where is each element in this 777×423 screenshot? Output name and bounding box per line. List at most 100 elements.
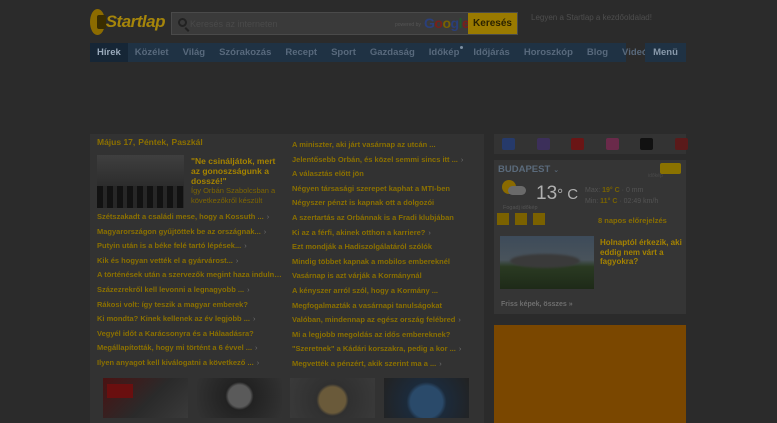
news-headline[interactable]: Vasárnap is azt várják a Kormánynál	[292, 271, 476, 280]
chevron-right-icon: ›	[458, 344, 462, 354]
weather-news-image[interactable]	[500, 236, 594, 289]
menu-button[interactable]: Menü	[645, 43, 686, 62]
nav-item-hírek[interactable]: Hírek	[90, 43, 128, 62]
nav-item-label: Közélet	[134, 47, 169, 58]
news-thumbnail[interactable]	[197, 378, 282, 418]
featured-subtitle[interactable]: Így Orbán Szabolcsban a következőkről ké…	[191, 186, 285, 206]
news-headline[interactable]: Ki mondta? Kinek kellenek az év legjobb …	[97, 314, 283, 323]
nav-item-label: Hírek	[97, 47, 121, 58]
weather-more-link[interactable]: Friss képek, összes »	[501, 301, 573, 308]
news-headline[interactable]: Putyin után is a béke felé tartó lépések…	[97, 241, 283, 250]
news-headline[interactable]: Mindig többet kapnak a mobilos emberekné…	[292, 257, 476, 266]
instagram-alt-icon[interactable]	[605, 138, 619, 150]
chevron-down-icon: ⌄	[551, 167, 560, 174]
nav-item-label: Horoszkóp	[523, 47, 573, 58]
temp-unit: ° C	[557, 186, 579, 203]
weather-day-button[interactable]	[515, 213, 527, 225]
news-headline-text: Ilyen anyagot kell kiválogatni a követke…	[97, 358, 254, 367]
news-headline[interactable]: Rákosi volt: így teszik a magyar emberek…	[97, 300, 283, 309]
powered-by-label: powered by	[395, 22, 421, 28]
city-label: BUDAPEST	[498, 164, 551, 175]
news-headline[interactable]: Valóban, mindennap az egész ország feléb…	[292, 315, 476, 324]
news-headline[interactable]: Megvették a pénzért, akik szerint ma a .…	[292, 359, 476, 368]
news-headline[interactable]: Megállapították, hogy mi történt a 6 évv…	[97, 343, 283, 352]
news-headline[interactable]: A miniszter, aki járt vasárnap az utcán …	[292, 140, 476, 149]
weather-max: Max: 19° C · 0 mm	[585, 187, 644, 194]
featured-title[interactable]: "Ne csináljátok, mert az gonoszságunk a …	[191, 156, 281, 186]
search-icon	[178, 18, 187, 27]
nav-item-recept[interactable]: Recept	[278, 43, 324, 62]
chevron-right-icon: ›	[266, 212, 270, 221]
date-bar-item: Péntek,	[138, 137, 169, 147]
news-headline[interactable]: Mi a legjobb megoldás az idős embereknek…	[292, 330, 476, 339]
nav-item-horoszkóp[interactable]: Horoszkóp	[517, 43, 580, 62]
nav-item-label: Világ	[182, 47, 206, 58]
news-headline-text: A miniszter, aki járt vasárnap az utcán …	[292, 140, 436, 149]
nav-item-gazdaság[interactable]: Gazdaság	[363, 43, 422, 62]
facebook-icon[interactable]	[502, 138, 515, 150]
news-headline[interactable]: Ki az a férfi, akinek otthon a karriere?…	[292, 228, 476, 237]
news-headline-text: Vasárnap is azt várják a Kormánynál	[292, 271, 422, 281]
news-thumbnail[interactable]	[384, 378, 469, 418]
news-headline[interactable]: Kik és hogyan vették el a gyárvárost... ›	[97, 256, 283, 265]
nav-item-időkép[interactable]: Időkép	[422, 43, 467, 62]
news-headline-text: Ki mondta? Kinek kellenek az év legjobb …	[97, 314, 250, 324]
chevron-right-icon: ›	[244, 241, 247, 251]
startlap-logo[interactable]: Startlap	[90, 6, 166, 38]
tiktok-icon[interactable]	[640, 138, 653, 150]
news-thumbnail[interactable]	[290, 378, 375, 418]
nav-item-sport[interactable]: Sport	[324, 43, 363, 62]
news-headline[interactable]: Ilyen anyagot kell kiválogatni a követke…	[97, 358, 283, 367]
news-headline[interactable]: Megfogalmazták a vasárnapi tanulságokat	[292, 301, 476, 310]
news-headline-text: A kényszer arról szól, hogy a Kormány ..…	[292, 286, 439, 295]
weather-news-title[interactable]: Holnaptól érkezik, aki eddig nem várt a …	[600, 238, 682, 267]
news-headline[interactable]: "Szeretnek" a Kádári korszakra, pedig a …	[292, 344, 476, 353]
news-headline[interactable]: Vegyél időt a Karácsonyra és a Hálaadásr…	[97, 329, 283, 338]
top-links: Legyen a Startlap a kezdőoldalad!	[531, 13, 656, 22]
forecast-link[interactable]: 8 napos előrejelzés	[598, 216, 667, 225]
nav-dot-icon	[460, 46, 464, 49]
nav-item-világ[interactable]: Világ	[176, 43, 213, 62]
nav-item-szórakozás[interactable]: Szórakozás	[212, 43, 278, 62]
news-headline[interactable]: Százezrekről kell levonni a legnagyobb .…	[97, 285, 283, 294]
news-headline[interactable]: Jelentősebb Orbán, és közel semmi sincs …	[292, 155, 476, 164]
news-headline[interactable]: A szertartás az Orbánnak is a Fradi klub…	[292, 213, 476, 222]
news-headline[interactable]: Ezt mondják a Hadiszolgálatáról szólók	[292, 242, 476, 251]
nav-item-időjárás[interactable]: Időjárás	[466, 43, 516, 62]
news-headline[interactable]: A történések után a szervezők megint haz…	[97, 270, 283, 279]
news-headline-text: Százezrekről kell levonni a legnagyobb .…	[97, 285, 245, 294]
featured-image[interactable]	[97, 155, 184, 208]
ad-banner[interactable]	[494, 325, 686, 423]
news-headline[interactable]: Szétszakadt a családi mese, hogy a Kossu…	[97, 212, 283, 221]
gmail-icon[interactable]	[674, 138, 688, 150]
chevron-right-icon: ›	[235, 255, 239, 265]
news-headline-text: A történések után a szervezők megint haz…	[97, 270, 283, 280]
news-headline-text: Megfogalmazták a vasárnapi tanulságokat	[292, 300, 443, 310]
news-headline[interactable]: Négyen társasági szerepet kaphat a MTI-b…	[292, 184, 476, 193]
min-value: 11° C	[600, 198, 618, 205]
news-thumbnail[interactable]	[103, 378, 188, 418]
google-letter: g	[450, 15, 460, 31]
news-headline-text: Kik és hogyan vették el a gyárvárost...	[97, 255, 233, 265]
top-link[interactable]: Legyen a Startlap a kezdőoldalad!	[531, 13, 652, 22]
search-input[interactable]	[190, 16, 390, 31]
chevron-right-icon: ›	[263, 226, 267, 236]
temp-value: 13	[536, 183, 558, 204]
news-headline[interactable]: A kényszer arról szól, hogy a Kormány ..…	[292, 286, 476, 295]
news-headline[interactable]: Négyszer pénzt is kapnak ott a dolgozói	[292, 198, 476, 207]
nav-item-közélet[interactable]: Közélet	[128, 43, 176, 62]
weather-city[interactable]: BUDAPEST ⌄	[498, 164, 559, 175]
instagram-icon[interactable]	[536, 138, 550, 150]
idokep-logo[interactable]	[660, 163, 681, 174]
nav-item-label: Időkép	[428, 47, 460, 58]
weather-day-button[interactable]	[497, 213, 509, 225]
search-button[interactable]: Keresés	[468, 13, 517, 34]
weather-day-button[interactable]	[533, 213, 545, 225]
nav-item-blog[interactable]: Blog	[580, 43, 615, 62]
youtube-icon[interactable]	[571, 138, 584, 150]
chevron-right-icon: ›	[256, 358, 260, 367]
news-headline[interactable]: A választás előtt jön	[292, 169, 476, 178]
news-headline-text: A szertartás az Orbánnak is a Fradi klub…	[292, 213, 454, 222]
search-box[interactable]: powered by Google	[171, 12, 518, 35]
news-headline[interactable]: Magyarországon gyűjtöttek be az országna…	[97, 227, 283, 236]
